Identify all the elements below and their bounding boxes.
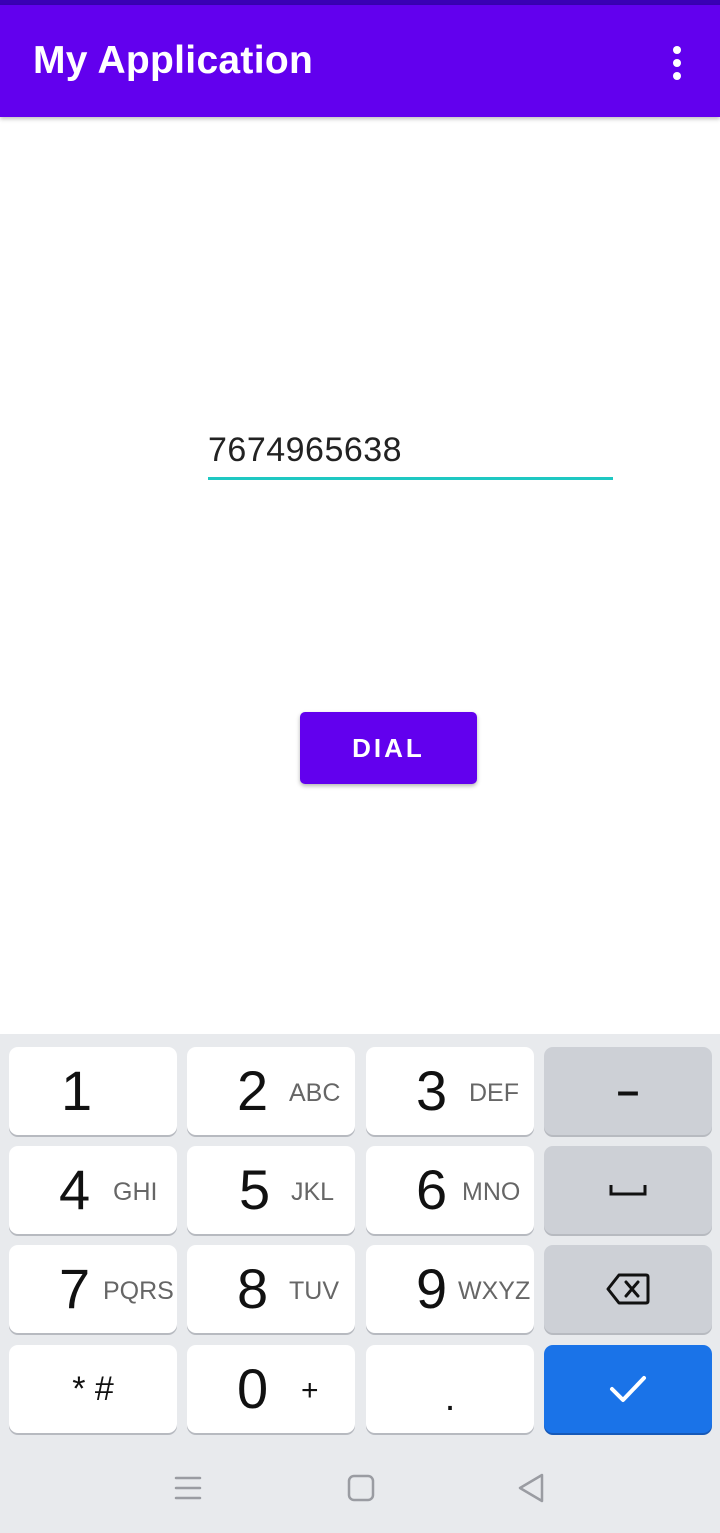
key-letters: GHI (113, 1178, 158, 1206)
checkmark-icon (610, 1376, 646, 1402)
star-hash-label: * # (72, 1369, 114, 1408)
key-letters: PQRS (103, 1277, 174, 1305)
key-1[interactable]: 1 (9, 1047, 177, 1135)
key-0[interactable]: 0 + (187, 1345, 355, 1433)
key-letters: TUV (289, 1277, 339, 1305)
period-label: . (444, 1376, 456, 1419)
numeric-keyboard: 1 2 ABC 3 DEF – 4 GHI 5 JKL 6 MNO 7 PQRS (0, 1034, 720, 1444)
key-letters: MNO (462, 1178, 521, 1206)
space-key[interactable] (544, 1146, 712, 1234)
phone-number-input[interactable] (208, 425, 613, 475)
more-vert-icon[interactable] (664, 43, 690, 83)
done-key[interactable] (544, 1345, 712, 1433)
key-letters: + (301, 1374, 319, 1407)
key-digit: 5 (239, 1158, 271, 1221)
key-digit: 9 (416, 1257, 448, 1320)
key-digit: 6 (416, 1158, 448, 1221)
menu-icon[interactable] (168, 1470, 208, 1506)
key-digit: 8 (237, 1257, 269, 1320)
system-navigation-bar (0, 1444, 720, 1533)
app-title: My Application (33, 39, 314, 82)
key-5[interactable]: 5 JKL (187, 1146, 355, 1234)
key-7[interactable]: 7 PQRS (9, 1245, 177, 1333)
star-hash-key[interactable]: * # (9, 1345, 177, 1433)
key-digit: 3 (416, 1059, 448, 1122)
key-digit: 2 (237, 1059, 269, 1122)
key-2[interactable]: 2 ABC (187, 1047, 355, 1135)
key-9[interactable]: 9 WXYZ (366, 1245, 534, 1333)
key-digit: 4 (59, 1158, 91, 1221)
minus-key[interactable]: – (544, 1047, 712, 1135)
minus-icon: – (616, 1068, 640, 1113)
backspace-key[interactable] (544, 1245, 712, 1333)
key-letters: WXYZ (458, 1277, 531, 1305)
backspace-icon (606, 1273, 650, 1305)
key-4[interactable]: 4 GHI (9, 1146, 177, 1234)
dial-button[interactable]: DIAL (300, 712, 477, 784)
key-letters: DEF (469, 1079, 519, 1107)
key-3[interactable]: 3 DEF (366, 1047, 534, 1135)
period-key[interactable]: . (366, 1345, 534, 1433)
back-triangle-icon[interactable] (512, 1470, 552, 1506)
phone-number-field[interactable] (208, 425, 613, 480)
key-8[interactable]: 8 TUV (187, 1245, 355, 1333)
app-bar: My Application (0, 5, 720, 117)
key-6[interactable]: 6 MNO (366, 1146, 534, 1234)
key-letters: JKL (291, 1178, 335, 1206)
key-digit: 1 (61, 1059, 93, 1122)
key-digit: 0 (237, 1357, 269, 1420)
key-digit: 7 (59, 1257, 91, 1320)
home-square-icon[interactable] (341, 1470, 381, 1506)
key-letters: ABC (289, 1079, 341, 1107)
space-icon (609, 1185, 647, 1196)
